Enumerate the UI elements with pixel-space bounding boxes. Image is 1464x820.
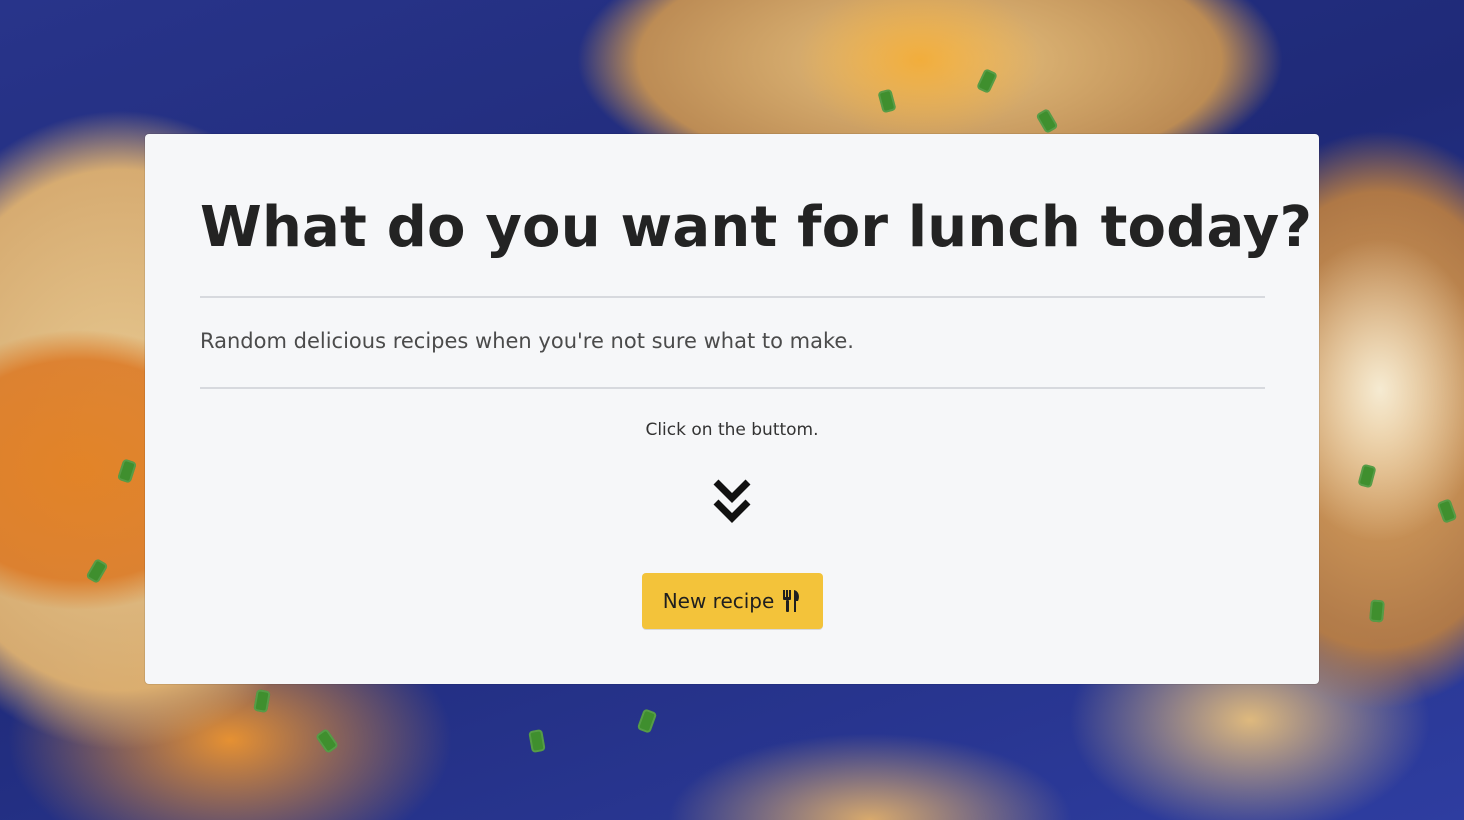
- chive-garnish: [85, 557, 109, 585]
- chive-garnish: [1436, 498, 1458, 524]
- chive-garnish: [1357, 463, 1377, 489]
- utensils-icon: [783, 590, 800, 612]
- hero-card: What do you want for lunch today? Random…: [145, 134, 1319, 684]
- double-chevron-down-icon: [713, 479, 751, 523]
- new-recipe-button-label: New recipe: [662, 589, 775, 613]
- chive-garnish: [877, 88, 897, 114]
- new-recipe-button[interactable]: New recipe: [642, 573, 823, 629]
- chive-garnish: [116, 458, 138, 484]
- chive-garnish: [528, 728, 546, 754]
- page-subtitle: Random delicious recipes when you're not…: [200, 329, 854, 353]
- chive-garnish: [253, 688, 271, 714]
- chive-garnish: [1369, 599, 1385, 623]
- chive-garnish: [1035, 107, 1059, 135]
- chive-garnish: [314, 727, 340, 755]
- divider-top: [200, 296, 1265, 298]
- divider-bottom: [200, 387, 1265, 389]
- chive-garnish: [636, 708, 658, 734]
- page-title: What do you want for lunch today?: [200, 195, 1313, 260]
- chive-garnish: [976, 68, 998, 94]
- instruction-text: Click on the buttom.: [645, 420, 819, 440]
